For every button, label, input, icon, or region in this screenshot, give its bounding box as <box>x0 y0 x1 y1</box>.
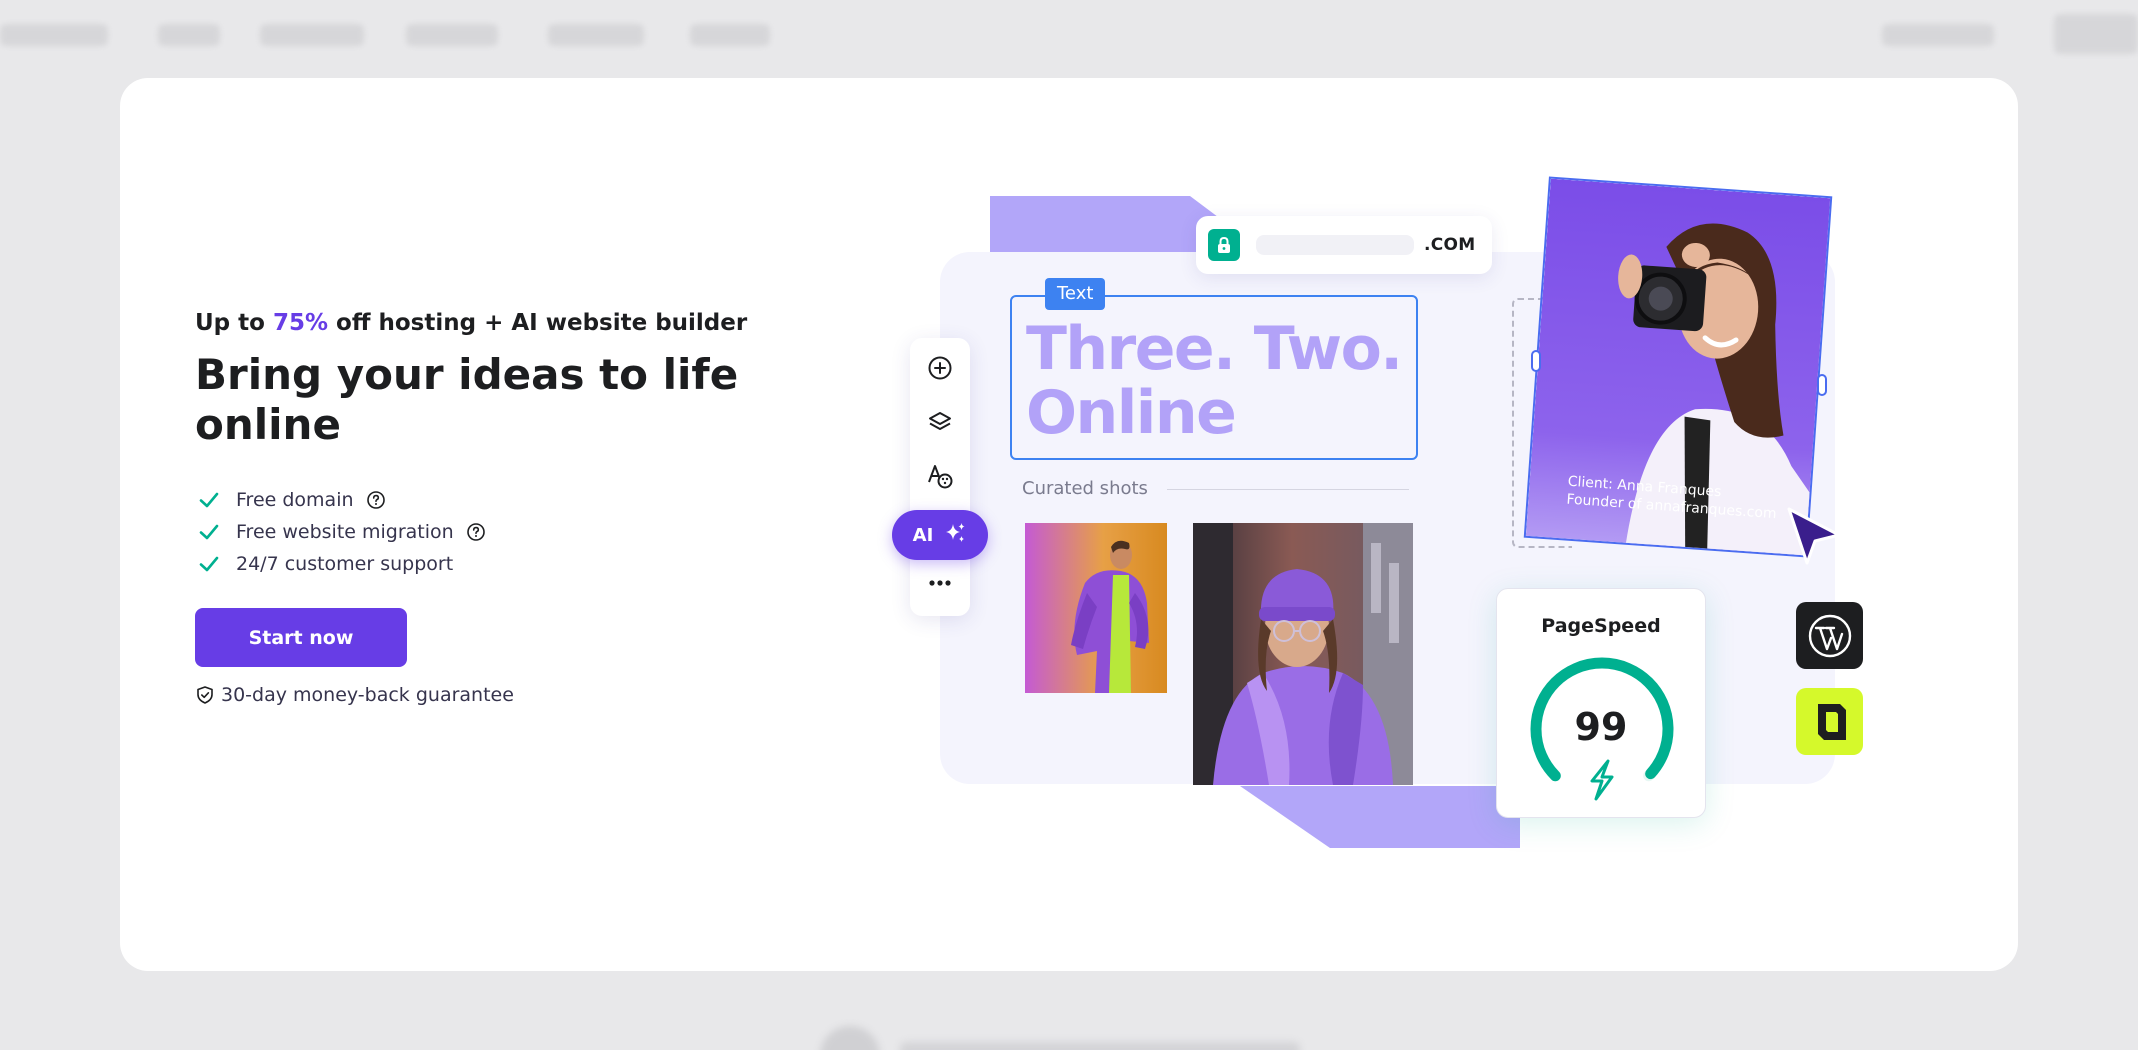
feature-item: Free domain <box>198 484 486 516</box>
fashion-photo-1 <box>1025 523 1167 693</box>
feature-label: 24/7 customer support <box>236 553 454 575</box>
wordpress-icon <box>1796 602 1863 669</box>
decorative-bottom-shape <box>1240 786 1520 848</box>
resize-handle-left[interactable] <box>1531 350 1541 372</box>
pagespeed-title: PageSpeed <box>1541 615 1661 637</box>
check-icon <box>198 521 220 543</box>
curated-divider <box>1167 489 1409 490</box>
pagespeed-score: 99 <box>1574 705 1628 749</box>
background-navigation <box>0 0 2138 70</box>
feature-list: Free domain Free website migration 24/7 … <box>198 484 486 580</box>
hero-text: Three. Two. Online <box>1026 314 1403 448</box>
page-title: Bring your ideas to life online <box>195 350 739 449</box>
sparkle-icon <box>943 521 967 550</box>
editor-toolbar <box>910 338 970 616</box>
ai-label: AI <box>912 524 934 546</box>
client-photo-card: Client: Anna Franques Founder of annafra… <box>1523 176 1833 558</box>
feature-item: 24/7 customer support <box>198 548 486 580</box>
domain-field <box>1256 235 1414 255</box>
shield-icon <box>195 685 215 705</box>
lock-icon <box>1208 229 1240 261</box>
builder-illustration: .COM Three. Two. Online Text Curated sho… <box>880 170 1890 870</box>
feature-label: Free website migration <box>236 521 454 543</box>
decorative-tab-shape <box>990 196 1230 256</box>
hero-text-line-1: Three. Two. <box>1026 314 1403 384</box>
add-icon[interactable] <box>925 353 955 383</box>
builder-logo-icon <box>1796 688 1863 755</box>
check-icon <box>198 553 220 575</box>
help-icon[interactable] <box>466 522 486 542</box>
check-icon <box>198 489 220 511</box>
offer-headline: Up to 75% off hosting + AI website build… <box>195 310 747 336</box>
bolt-icon <box>1590 759 1614 801</box>
domain-url-bar: .COM <box>1196 216 1492 274</box>
feature-item: Free website migration <box>198 516 486 548</box>
help-icon[interactable] <box>366 490 386 510</box>
background-content <box>820 1022 1300 1050</box>
offer-suffix: off hosting + AI website builder <box>336 310 748 336</box>
more-icon[interactable] <box>925 568 955 598</box>
pagespeed-card: PageSpeed 99 <box>1496 588 1706 818</box>
domain-tld: .COM <box>1424 235 1476 255</box>
text-element: Three. Two. Online <box>1010 295 1418 460</box>
cursor-icon <box>1787 507 1841 565</box>
fashion-photo-2 <box>1193 523 1413 785</box>
ai-button[interactable]: AI <box>892 510 988 560</box>
start-now-button[interactable]: Start now <box>195 608 407 667</box>
feature-label: Free domain <box>236 489 354 511</box>
guarantee-text: 30-day money-back guarantee <box>221 684 514 706</box>
hero-text-line-2: Online <box>1026 378 1237 448</box>
curated-shots-label: Curated shots <box>1022 478 1148 499</box>
offer-prefix: Up to <box>195 310 265 336</box>
layers-icon[interactable] <box>925 407 955 437</box>
money-back-guarantee: 30-day money-back guarantee <box>195 684 514 706</box>
text-element-tag: Text <box>1045 278 1106 310</box>
resize-handle-right[interactable] <box>1817 374 1827 396</box>
typography-icon[interactable] <box>925 461 955 491</box>
offer-discount: 75% <box>272 310 329 336</box>
